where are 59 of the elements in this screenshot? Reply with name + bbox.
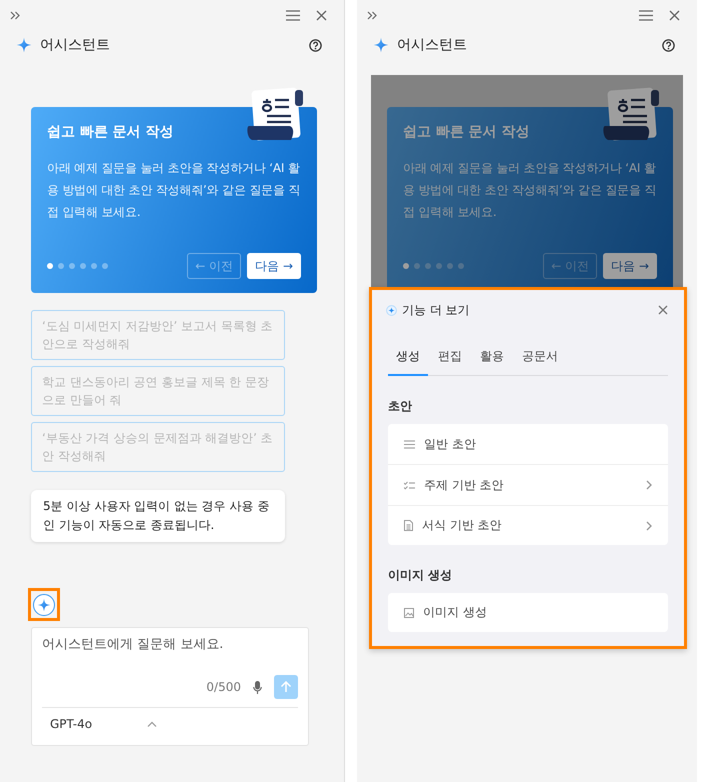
panel-title: 어시스턴트 — [397, 36, 467, 54]
panel-title: 어시스턴트 — [40, 36, 110, 54]
carousel-text: 아래 예제 질문을 눌러 초안을 작성하거나 ‘AI 활용 방법에 대한 초안 작성해줘’와 같은 질문을 직접 입력해 보세요. — [403, 160, 658, 221]
section-heading: 이미지 생성 — [388, 567, 454, 584]
collapse-icon[interactable] — [367, 10, 377, 20]
feature-item[interactable]: 일반 초안 — [388, 424, 668, 465]
close-icon[interactable] — [669, 10, 680, 20]
page-dot[interactable] — [414, 263, 420, 269]
menu-icon[interactable] — [639, 10, 653, 20]
page-dot[interactable] — [436, 263, 442, 269]
page-dot[interactable] — [425, 263, 431, 269]
feature-item[interactable]: 이미지 생성 — [388, 593, 668, 632]
help-icon[interactable] — [662, 38, 675, 52]
chat-input-box[interactable]: 어시스턴트에게 질문해 보세요. 0/500 GPT-4o — [31, 627, 309, 746]
page-dot[interactable] — [91, 263, 97, 269]
page-dot[interactable] — [69, 263, 75, 269]
tab[interactable]: 공문서 — [514, 342, 566, 376]
page-dot[interactable] — [102, 263, 108, 269]
page-dot[interactable] — [58, 263, 64, 269]
page-dot[interactable] — [447, 263, 453, 269]
document-icon — [404, 520, 413, 531]
feature-panel-title: 기능 더 보기 — [402, 302, 470, 318]
close-icon[interactable] — [658, 305, 668, 315]
next-button[interactable]: 다음 → — [603, 253, 657, 279]
section-heading: 초안 — [388, 398, 413, 415]
assistant-button[interactable] — [33, 594, 55, 616]
lines-icon — [404, 440, 415, 448]
page-dot[interactable] — [47, 263, 53, 269]
sparkle-icon — [37, 598, 51, 612]
sparkle-icon — [373, 37, 389, 53]
caret-up-icon[interactable] — [147, 721, 158, 727]
carousel-text: 아래 예제 질문을 눌러 초안을 작성하거나 ‘AI 활용 방법에 대한 초안 작성해줘’와 같은 질문을 직접 입력해 보세요. — [47, 160, 302, 221]
next-button[interactable]: 다음 → — [247, 253, 301, 279]
chevron-right-icon — [646, 520, 652, 530]
sparkle-icon — [16, 37, 32, 53]
microphone-icon[interactable] — [253, 680, 262, 694]
carousel-title: 쉽고 빠른 문서 작성 — [403, 123, 531, 141]
collapse-icon[interactable] — [10, 10, 20, 20]
sparkle-icon — [386, 304, 397, 316]
tab[interactable]: 편집 — [430, 342, 470, 376]
tab[interactable]: 생성 — [388, 342, 428, 376]
character-counter: 0/500 — [206, 680, 241, 694]
chevron-right-icon — [646, 480, 652, 490]
arrow-up-icon — [280, 681, 292, 693]
help-icon[interactable] — [309, 38, 322, 52]
page-dot[interactable] — [403, 263, 409, 269]
notice-message: 5분 이상 사용자 입력이 없는 경우 사용 중인 기능이 자동으로 종료됩니다. — [31, 490, 285, 542]
tab[interactable]: 활용 — [472, 342, 512, 376]
feature-item[interactable]: 주제 기반 초안 — [388, 465, 668, 506]
checklist-icon — [404, 480, 415, 490]
page-dot[interactable] — [458, 263, 464, 269]
model-selector[interactable]: GPT-4o — [50, 717, 92, 731]
image-icon — [404, 608, 414, 618]
page-dot[interactable] — [80, 263, 86, 269]
question-input[interactable]: 어시스턴트에게 질문해 보세요. — [42, 628, 298, 661]
menu-icon[interactable] — [286, 10, 300, 20]
carousel-title: 쉽고 빠른 문서 작성 — [47, 123, 175, 141]
feature-item[interactable]: 서식 기반 초안 — [388, 506, 668, 545]
close-icon[interactable] — [316, 10, 327, 20]
